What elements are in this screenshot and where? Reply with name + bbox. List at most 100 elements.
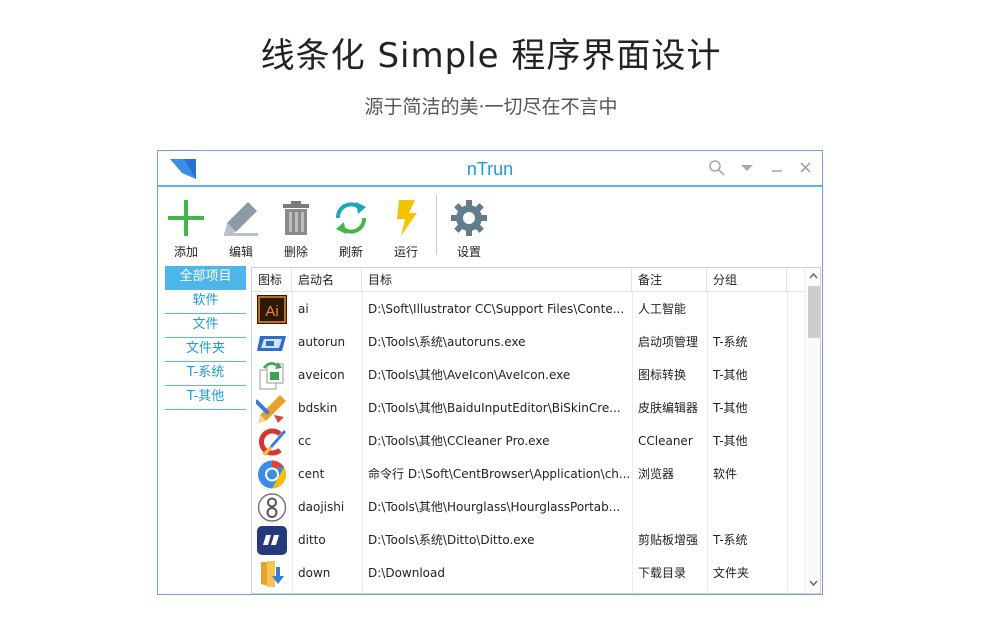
sidebar-item-t-other[interactable]: T-其他 (165, 386, 246, 410)
item-target: D:\Tools\其他\Hourglass\HourglassPortab... (368, 500, 621, 514)
item-name: aveicon (298, 368, 345, 382)
minimize-icon[interactable] (768, 159, 786, 177)
app-window: nTrun 添加 编辑 删除 刷新 运行 设置 全部项目 软件 文件 文件夹 T… (157, 150, 823, 595)
item-group: T-其他 (713, 368, 748, 382)
sidebar-item-folders[interactable]: 文件夹 (165, 338, 246, 362)
pencil-edit-icon (224, 202, 258, 236)
table-row[interactable]: daojishi D:\Tools\其他\Hourglass\Hourglass… (252, 491, 804, 524)
item-target: D:\Tools\系统\Ditto\Ditto.exe (368, 533, 535, 547)
item-name: ai (298, 302, 309, 316)
hourglass-icon (257, 493, 287, 522)
trash-icon (283, 201, 309, 235)
refresh-label: 刷新 (338, 245, 363, 259)
table-row[interactable]: down D:\Download 下载目录 文件夹 (252, 557, 804, 590)
item-note: 下载目录 (638, 566, 687, 580)
delete-label: 删除 (283, 245, 308, 259)
refresh-icon (336, 202, 366, 234)
toolbar: 添加 编辑 删除 刷新 运行 设置 (158, 189, 822, 263)
centbrowser-icon (258, 460, 286, 489)
settings-button[interactable]: 设置 (443, 197, 495, 263)
table-row[interactable]: ditto D:\Tools\系统\Ditto\Ditto.exe 剪贴板增强 … (252, 524, 804, 557)
list-rows: Ai ai D:\Soft\Illustrator CC\Support Fil… (252, 293, 804, 590)
page-title: 线条化 Simple 程序界面设计 (260, 36, 722, 76)
item-target: D:\Tools\其他\CCleaner Pro.exe (368, 434, 550, 448)
illustrator-icon: Ai (257, 295, 287, 324)
sidebar-item-all[interactable]: 全部项目 (165, 266, 246, 290)
settings-label: 设置 (456, 245, 481, 259)
item-group: T-其他 (713, 434, 748, 448)
item-name: cent (298, 467, 325, 481)
column-header-name[interactable]: 启动名 (292, 268, 362, 292)
sidebar-item-software[interactable]: 软件 (165, 290, 246, 314)
item-note: 启动项管理 (638, 335, 699, 349)
item-note: 浏览器 (638, 467, 675, 481)
item-name: autorun (298, 335, 346, 349)
lightning-icon (397, 200, 417, 236)
item-group: T-其他 (713, 401, 748, 415)
item-note: 皮肤编辑器 (638, 401, 699, 415)
table-row[interactable]: autorun D:\Tools\系统\autoruns.exe 启动项管理 T… (252, 326, 804, 359)
table-row[interactable]: aveicon D:\Tools\其他\AveIcon\AveIcon.exe … (252, 359, 804, 392)
item-note: 人工智能 (638, 302, 687, 316)
pencil-icon (256, 395, 286, 423)
delete-button[interactable]: 删除 (270, 197, 322, 263)
item-target: 命令行 D:\Soft\CentBrowser\Application\ch..… (368, 467, 631, 481)
table-row[interactable]: cc D:\Tools\其他\CCleaner Pro.exe CCleaner… (252, 425, 804, 458)
item-note: 图标转换 (638, 368, 687, 382)
item-group (707, 491, 787, 524)
plus-icon (168, 200, 204, 236)
table-row[interactable]: cent 命令行 D:\Soft\CentBrowser\Application… (252, 458, 804, 491)
close-icon[interactable] (797, 159, 815, 177)
scroll-up-icon[interactable] (808, 271, 819, 282)
svg-text:Ai: Ai (265, 303, 278, 320)
dropdown-icon[interactable] (738, 159, 756, 177)
item-group: 文件夹 (713, 566, 750, 580)
ccleaner-icon (259, 428, 286, 456)
search-icon[interactable] (708, 159, 726, 177)
item-name: daojishi (298, 500, 345, 514)
item-list: 图标 启动名 目标 备注 分组 Ai ai D:\Soft\Illustrato… (251, 267, 821, 594)
item-target: D:\Tools\系统\autoruns.exe (368, 335, 526, 349)
item-note: 剪贴板增强 (638, 533, 699, 547)
aveicon-icon (259, 362, 284, 390)
autoruns-icon (257, 336, 286, 351)
list-header: 图标 启动名 目标 备注 分组 (252, 268, 804, 292)
item-name: cc (298, 434, 312, 448)
sidebar-item-files[interactable]: 文件 (165, 314, 246, 338)
item-group: 软件 (713, 467, 738, 481)
item-target: D:\Soft\Illustrator CC\Support Files\Con… (368, 302, 625, 316)
column-header-target[interactable]: 目标 (362, 268, 632, 292)
add-button[interactable]: 添加 (160, 197, 212, 263)
ditto-icon (257, 526, 287, 555)
item-name: bdskin (298, 401, 338, 415)
column-header-note[interactable]: 备注 (632, 268, 707, 292)
add-label: 添加 (173, 245, 198, 259)
column-header-icon[interactable]: 图标 (252, 268, 292, 292)
vertical-scrollbar[interactable] (804, 268, 820, 593)
edit-button[interactable]: 编辑 (215, 197, 267, 263)
item-target: D:\Tools\其他\AveIcon\AveIcon.exe (368, 368, 571, 382)
item-name: ditto (298, 533, 326, 547)
page-subtitle: 源于简洁的美·一切尽在不言中 (364, 96, 618, 118)
item-group: T-系统 (713, 533, 748, 547)
gear-icon (451, 200, 487, 236)
run-button[interactable]: 运行 (380, 197, 432, 263)
refresh-button[interactable]: 刷新 (325, 197, 377, 263)
item-name: down (298, 566, 331, 580)
download-folder-icon (261, 561, 284, 587)
item-note (632, 491, 707, 524)
category-sidebar: 全部项目 软件 文件 文件夹 T-系统 T-其他 (165, 266, 246, 410)
column-header-group[interactable]: 分组 (707, 268, 787, 292)
sidebar-item-t-system[interactable]: T-系统 (165, 362, 246, 386)
table-row[interactable]: Ai ai D:\Soft\Illustrator CC\Support Fil… (252, 293, 804, 326)
item-target: D:\Download (368, 566, 445, 580)
scrollbar-thumb[interactable] (808, 286, 820, 338)
item-target: D:\Tools\其他\BaiduInputEditor\BiSkinCre..… (368, 401, 621, 415)
table-row[interactable]: bdskin D:\Tools\其他\BaiduInputEditor\BiSk… (252, 392, 804, 425)
item-note: CCleaner (638, 434, 693, 448)
scroll-down-icon[interactable] (808, 577, 819, 588)
edit-label: 编辑 (228, 245, 253, 259)
toolbar-separator (436, 195, 437, 255)
item-group: T-系统 (713, 335, 748, 349)
run-label: 运行 (393, 245, 418, 259)
